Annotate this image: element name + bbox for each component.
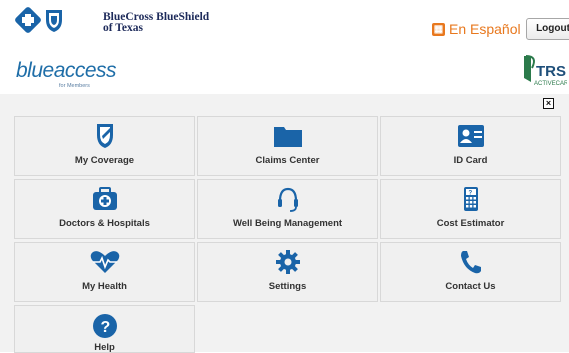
- menu-grid: My Coverage Claims Center ID Card Doctor…: [0, 114, 569, 353]
- tile-label: Help: [94, 342, 115, 353]
- phone-icon: [460, 251, 481, 274]
- tile-label: Claims Center: [255, 155, 320, 166]
- blueaccess-logo: blueaccess for Members: [16, 59, 117, 89]
- espanol-link[interactable]: ▦ En Español: [432, 21, 521, 37]
- tile-label: My Health: [82, 281, 127, 292]
- tile-label: Cost Estimator: [436, 218, 505, 229]
- tile-my-coverage[interactable]: My Coverage: [14, 116, 195, 176]
- svg-text:?: ?: [468, 191, 472, 197]
- tile-label: Well Being Management: [232, 218, 343, 229]
- tile-well-being-management[interactable]: Well Being Management: [197, 179, 378, 239]
- calculator-icon: ?: [463, 187, 478, 211]
- shield-icon: [96, 124, 113, 148]
- panel-header: ×: [0, 94, 569, 114]
- headset-icon: [277, 187, 298, 212]
- tile-settings[interactable]: Settings: [197, 242, 378, 302]
- tile-cost-estimator[interactable]: ? Cost Estimator: [380, 179, 561, 239]
- espanol-label: En Español: [449, 21, 521, 37]
- blueaccess-sub: for Members: [59, 83, 90, 89]
- tile-contact-us[interactable]: Contact Us: [380, 242, 561, 302]
- tile-label: Doctors & Hospitals: [59, 218, 150, 229]
- svg-text:ACTIVECARE: ACTIVECARE: [534, 81, 567, 87]
- tile-claims-center[interactable]: Claims Center: [197, 116, 378, 176]
- tile-label: Settings: [268, 281, 307, 292]
- brand-bar: blueaccess for Members: [0, 50, 569, 94]
- tile-label: My Coverage: [74, 155, 135, 166]
- id-card-icon: [457, 125, 484, 147]
- globe-icon: ▦: [432, 22, 445, 36]
- tile-my-health[interactable]: My Health: [14, 242, 195, 302]
- svg-text:TRS: TRS: [536, 63, 566, 80]
- tile-doctors-hospitals[interactable]: Doctors & Hospitals: [14, 179, 195, 239]
- tile-help[interactable]: ? Help: [14, 305, 195, 353]
- help-icon: ?: [92, 314, 117, 338]
- trs-activecare-logo: TRS ACTIVECARE: [524, 55, 567, 87]
- tile-label: ID Card: [453, 155, 488, 166]
- bcbs-name-line2: of Texas: [103, 22, 143, 34]
- close-icon[interactable]: ×: [543, 98, 554, 109]
- folder-icon: [273, 127, 302, 147]
- tile-id-card[interactable]: ID Card: [380, 116, 561, 176]
- blueaccess-word: blueaccess: [16, 59, 117, 82]
- bcbs-brand-name: BlueCross BlueShield of Texas: [103, 11, 209, 34]
- bcbs-logo: [15, 7, 62, 33]
- gear-icon: [275, 250, 300, 274]
- svg-text:?: ?: [100, 319, 110, 336]
- heart-pulse-icon: [90, 251, 119, 273]
- medical-bag-icon: [92, 187, 117, 210]
- tile-label: Contact Us: [445, 281, 496, 292]
- logout-button[interactable]: Logout: [526, 18, 569, 40]
- top-header: BlueCross BlueShield of Texas ▦ En Españ…: [0, 0, 569, 50]
